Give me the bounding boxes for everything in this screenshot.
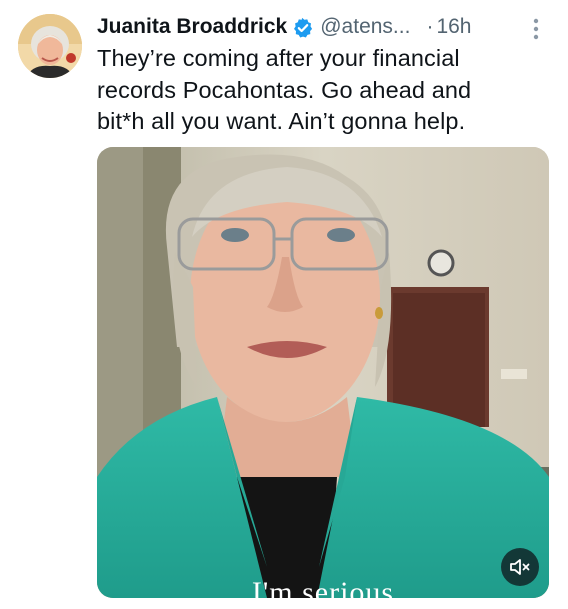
author-handle[interactable]: @atens... [320,15,410,39]
tweet-timestamp[interactable]: 16h [436,15,471,39]
verified-badge-icon [292,17,314,39]
video-frame [97,147,549,598]
video-caption: I'm serious [251,576,395,598]
tweet-header: Juanita Broaddrick @atens... · 16h [97,10,537,44]
header-separator: · [426,15,434,38]
author-avatar[interactable] [18,14,82,78]
more-options-icon[interactable] [530,16,542,42]
speaker-muted-icon [510,559,530,575]
tweet[interactable]: Juanita Broaddrick @atens... · 16h They’… [0,0,568,609]
tweet-text: They’re coming after your financial reco… [97,45,472,134]
display-name[interactable]: Juanita Broaddrick [97,15,287,39]
mute-toggle-button[interactable] [501,548,539,586]
video-player[interactable]: I'm serious [97,147,549,598]
